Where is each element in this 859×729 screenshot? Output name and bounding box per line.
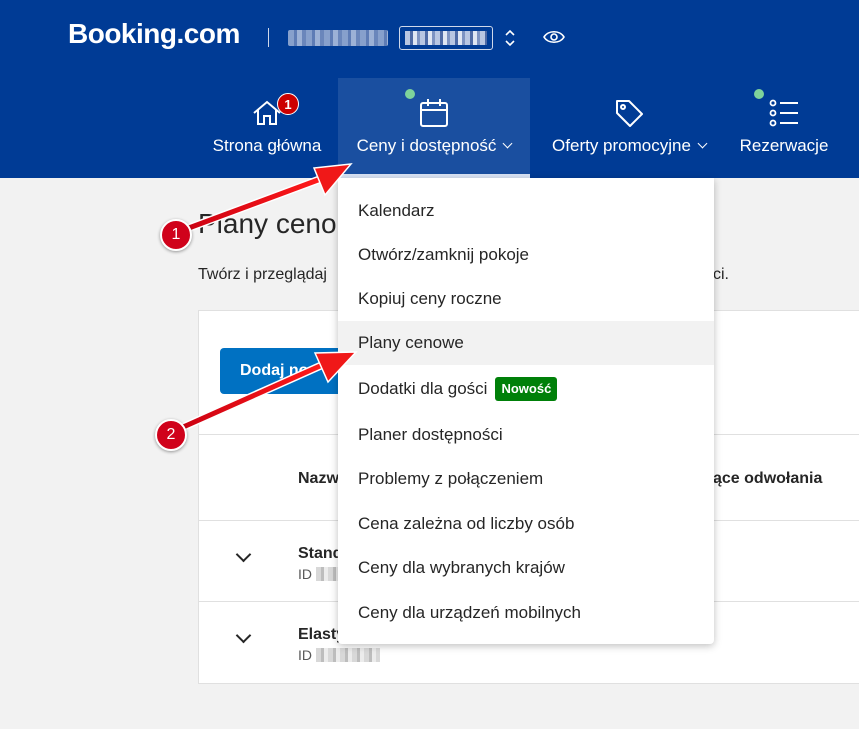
column-header-name: Nazw — [298, 470, 339, 487]
tag-icon — [616, 100, 643, 127]
eye-icon[interactable] — [543, 28, 565, 46]
notification-badge: 1 — [277, 93, 299, 115]
menu-item-guest-extras[interactable]: Dodatki dla gości Nowość — [338, 367, 714, 411]
menu-item-mobile-rates[interactable]: Ceny dla urządzeń mobilnych — [338, 591, 714, 635]
property-name-redacted — [288, 30, 388, 46]
menu-item-availability-planner[interactable]: Planer dostępności — [338, 413, 714, 457]
plan-id: ID — [298, 647, 380, 663]
status-dot — [405, 89, 415, 99]
menu-item-copy-yearly-rates[interactable]: Kopiuj ceny roczne — [338, 277, 714, 321]
menu-item-connection-problems[interactable]: Problemy z połączeniem — [338, 457, 714, 501]
column-header-cancellation: ące odwołania — [713, 470, 823, 487]
menu-item-open-close-rooms[interactable]: Otwórz/zamknij pokoje — [338, 233, 714, 277]
page-title: Plany ceno — [198, 208, 337, 239]
menu-item-country-rates[interactable]: Ceny dla wybranych krajów — [338, 546, 714, 590]
nav-home-label: Strona główna — [212, 136, 322, 155]
property-id-redacted — [399, 26, 493, 50]
add-rate-plan-button[interactable]: Dodaj no — [220, 348, 350, 394]
chevron-down-icon — [502, 138, 513, 149]
header-divider — [268, 28, 269, 47]
top-header: Booking.com Strona główna 1 Ceny i dostę… — [0, 0, 859, 178]
chevron-down-icon — [697, 138, 708, 149]
menu-item-occupancy-pricing[interactable]: Cena zależna od liczby osób — [338, 502, 714, 546]
menu-item-rate-plans[interactable]: Plany cenowe — [338, 321, 714, 365]
calendar-icon — [420, 99, 448, 127]
nav-reservations[interactable]: Rezerwacje — [734, 78, 834, 178]
status-dot — [754, 89, 764, 99]
nav-rates-label: Ceny i dostępność — [356, 136, 497, 155]
plan-name: Stand — [298, 545, 343, 562]
nav-home[interactable]: Strona główna — [200, 78, 334, 178]
plan-id-redacted — [316, 648, 380, 662]
menu-item-calendar[interactable]: Kalendarz — [338, 189, 714, 233]
nav-promotions[interactable]: Oferty promocyjne — [534, 78, 724, 178]
property-switch-icon[interactable] — [503, 27, 517, 49]
list-icon — [769, 99, 798, 127]
nav-rates-availability[interactable]: Ceny i dostępność — [338, 78, 530, 178]
step-marker-2: 2 — [155, 419, 187, 451]
rates-dropdown-menu: Kalendarz Otwórz/zamknij pokoje Kopiuj c… — [338, 178, 714, 644]
booking-logo[interactable]: Booking.com — [68, 18, 240, 50]
page-description-end: ci. — [713, 266, 729, 283]
new-badge: Nowość — [495, 377, 558, 401]
page-description: Twórz i przeglądaj — [198, 266, 327, 283]
nav-promotions-label: Oferty promocyjne — [552, 136, 691, 155]
nav-reservations-label: Rezerwacje — [739, 136, 829, 155]
menu-item-guest-extras-label: Dodatki dla gości — [358, 379, 488, 398]
step-marker-1: 1 — [160, 219, 192, 251]
